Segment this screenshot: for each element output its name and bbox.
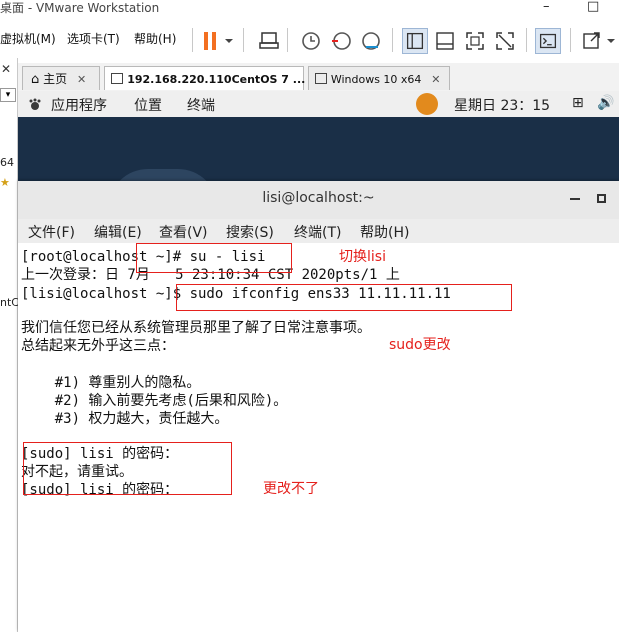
window-title: 桌面 - VMware Workstation — [0, 1, 160, 15]
library-panel: ✕ ▾ 64 ★ ntC — [0, 58, 19, 632]
annotation-box-su — [136, 243, 292, 273]
vmware-titlebar: 桌面 - VMware Workstation – □ — [0, 0, 619, 18]
terminal-app-menu[interactable]: 终端 — [187, 95, 215, 115]
menu-tabs[interactable]: 选项卡(T) — [67, 30, 120, 47]
network-icon[interactable]: ⊞ — [572, 95, 584, 111]
system-update-icon[interactable] — [416, 93, 438, 115]
tab-home[interactable]: ⌂ 主页 ✕ — [22, 66, 100, 90]
chevron-down-icon[interactable]: ▾ — [0, 88, 16, 102]
console-view-icon[interactable] — [535, 28, 561, 54]
volume-icon[interactable]: 🔊 — [597, 95, 614, 111]
annotation-box-sudo — [176, 284, 512, 311]
annotation-cannot-change: 更改不了 — [263, 481, 319, 497]
clock[interactable]: 星期日 23：15 — [454, 95, 550, 115]
toolbar-separator — [287, 28, 288, 52]
sidebar-toggle-icon[interactable] — [402, 28, 428, 54]
terminal-line: 总结起来无外乎这三点： — [21, 338, 175, 354]
vm-running-icon — [111, 73, 123, 84]
terminal-menu-edit[interactable]: 编辑(E) — [94, 222, 142, 242]
revert-snapshot-icon[interactable] — [328, 28, 354, 54]
send-keys-icon[interactable] — [256, 28, 282, 54]
toolbar-separator — [392, 28, 393, 52]
chevron-down-icon[interactable] — [604, 28, 618, 54]
menu-help[interactable]: 帮助(H) — [134, 30, 176, 47]
terminal-line: #3) 权力越大，责任越大。 — [21, 411, 229, 427]
terminal-line: 我们信任您已经从系统管理员那里了解了日常注意事项。 — [21, 320, 371, 336]
vm-icon — [315, 73, 327, 84]
applications-menu[interactable]: 应用程序 — [51, 95, 107, 115]
snapshot-manager-icon[interactable] — [358, 28, 384, 54]
thumbnail-bar-icon[interactable] — [432, 28, 458, 54]
annotation-box-password — [23, 442, 232, 495]
terminal-menu-terminal[interactable]: 终端(T) — [294, 222, 341, 242]
vmware-toolbar: 虚拟机(M) 选项卡(T) 帮助(H) — [0, 18, 619, 58]
tab-windows-10[interactable]: Windows 10 x64 ✕ — [308, 66, 450, 90]
toolbar-separator — [570, 28, 571, 52]
places-menu[interactable]: 位置 — [134, 95, 162, 115]
terminal-minimize-button[interactable] — [570, 198, 580, 200]
stretch-guest-icon[interactable] — [579, 28, 605, 54]
chevron-down-icon[interactable] — [222, 28, 236, 54]
tab-label: 192.168.220.110CentOS 7 ... — [127, 73, 306, 86]
toolbar-separator — [192, 28, 193, 52]
library-item-fragment[interactable]: 64 — [0, 156, 14, 169]
desktop-background — [18, 117, 619, 187]
close-icon[interactable]: ✕ — [431, 73, 440, 86]
terminal-titlebar[interactable]: lisi@localhost:~ — [18, 181, 619, 220]
toolbar-separator — [243, 28, 244, 52]
terminal-menu-search[interactable]: 搜索(S) — [226, 222, 274, 242]
menu-vm[interactable]: 虚拟机(M) — [0, 30, 56, 47]
home-icon: ⌂ — [31, 72, 40, 87]
terminal-maximize-button[interactable] — [597, 194, 606, 203]
minimize-button[interactable]: – — [543, 0, 550, 14]
gnome-foot-icon — [28, 97, 42, 111]
close-icon[interactable]: ✕ — [77, 73, 86, 86]
close-icon[interactable]: ✕ — [1, 62, 11, 76]
unity-icon[interactable] — [492, 28, 518, 54]
tab-centos[interactable]: 192.168.220.110CentOS 7 ... ✕ — [104, 66, 325, 90]
terminal-menu-file[interactable]: 文件(F) — [28, 222, 75, 242]
fullscreen-icon[interactable] — [462, 28, 488, 54]
vm-tab-bar: ⌂ 主页 ✕ 192.168.220.110CentOS 7 ... ✕ Win… — [18, 63, 619, 91]
terminal-window[interactable]: lisi@localhost:~ 文件(F) 编辑(E) 查看(V) 搜索(S)… — [18, 181, 619, 632]
tab-label: 主页 — [43, 72, 68, 86]
annotation-sudo-change: sudo更改 — [389, 337, 451, 353]
terminal-menubar: 文件(F) 编辑(E) 查看(V) 搜索(S) 终端(T) 帮助(H) — [18, 219, 619, 243]
maximize-button[interactable]: □ — [587, 0, 599, 14]
toolbar-separator — [526, 28, 527, 52]
gnome-top-bar: 应用程序 位置 终端 星期日 23：15 ⊞ 🔊 — [18, 91, 619, 118]
star-icon: ★ — [0, 176, 10, 189]
terminal-line: #2) 输入前要先考虑(后果和风险)。 — [21, 393, 288, 409]
pause-icon[interactable] — [198, 28, 224, 54]
library-item-fragment[interactable]: ntC — [0, 296, 19, 309]
terminal-menu-view[interactable]: 查看(V) — [159, 222, 208, 242]
terminal-line: #1) 尊重别人的隐私。 — [21, 375, 201, 391]
terminal-title: lisi@localhost:~ — [262, 190, 375, 206]
terminal-menu-help[interactable]: 帮助(H) — [360, 222, 409, 242]
annotation-switch-user: 切换lisi — [339, 249, 386, 265]
tab-label: Windows 10 x64 — [330, 73, 422, 86]
snapshot-icon[interactable] — [298, 28, 324, 54]
